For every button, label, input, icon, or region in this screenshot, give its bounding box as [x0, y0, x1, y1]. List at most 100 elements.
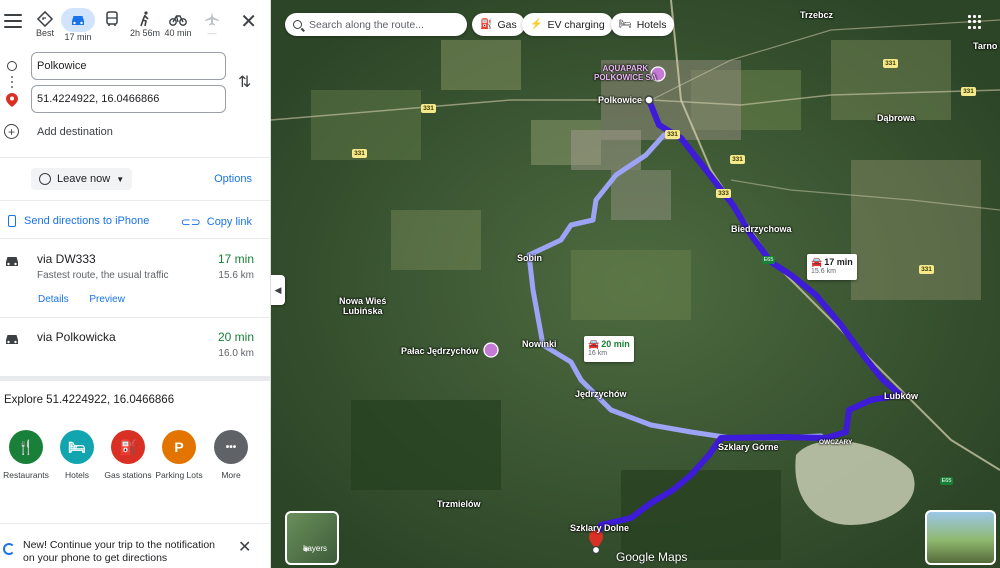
ev-charging-icon: ⚡ [530, 19, 543, 30]
mode-drive[interactable]: 17 min [61, 8, 95, 48]
mode-best[interactable]: Best [28, 8, 62, 48]
explore-categories: 🍴 Restaurants 🛏 Hotels ⛽ Gas stations P … [0, 430, 270, 500]
divider [0, 157, 270, 158]
car-icon [6, 335, 18, 344]
road-shield: 331 [352, 149, 367, 158]
mode-best-label: Best [35, 28, 54, 38]
road-shield-e65: E65 [762, 256, 775, 264]
bus-icon [106, 11, 118, 26]
origin-input[interactable]: Polkowice [31, 52, 226, 80]
add-destination-button[interactable]: + Add destination [4, 124, 113, 139]
place-label-lubkow: Lubków [884, 391, 918, 401]
leave-now-label: Leave now [57, 173, 111, 185]
mode-flight-label: — [207, 28, 217, 38]
google-maps-attribution: Google Maps [616, 550, 688, 564]
route-dots-icon [11, 76, 13, 91]
route-distance: 16.0 km [218, 348, 254, 359]
gas-pump-icon: ⛽ [480, 19, 493, 30]
maps-app: Best 17 min 2h 56m 40 min — ✕ Polkowice … [0, 0, 1000, 568]
mode-flight[interactable]: — [195, 8, 229, 48]
copy-link-label: Copy link [206, 216, 252, 228]
road-shield: 331 [883, 59, 898, 68]
place-label-trzmielow: Trzmielów [437, 499, 481, 509]
airplane-icon [205, 12, 219, 26]
place-label-szklary-dolne: Szklary Dolne [570, 523, 630, 533]
mode-walk-label: 2h 56m [129, 28, 161, 38]
place-label-nowinki: Nowinki [522, 339, 557, 349]
route-time: 17 min [217, 252, 254, 266]
clock-icon [39, 173, 51, 185]
callout-time: 17 min [824, 257, 853, 267]
search-placeholder: Search along the route... [309, 18, 424, 31]
place-label-nowa-wies: Nowa Wieś Lubińska [339, 296, 387, 316]
apps-grid-icon[interactable] [968, 15, 982, 29]
mode-bike[interactable]: 40 min [161, 8, 195, 48]
mode-transit[interactable] [95, 8, 129, 48]
walk-icon [140, 11, 149, 27]
destination-input[interactable]: 51.4224922, 16.0466866 [31, 85, 226, 113]
preview-link[interactable]: Preview [89, 294, 125, 305]
road-shield: 331 [421, 104, 436, 113]
search-along-route[interactable]: Search along the route... [285, 13, 467, 36]
chip-label: EV charging [547, 18, 605, 31]
send-directions-button[interactable]: Send directions to iPhone [8, 215, 149, 227]
street-view-thumbnail[interactable] [925, 510, 996, 565]
route-best-icon [37, 11, 53, 27]
options-button[interactable]: Options [214, 173, 252, 185]
explore-title: Explore 51.4224922, 16.0466866 [4, 394, 175, 406]
route-option-alternate[interactable]: via Polkowicka 20 min 16.0 km [0, 318, 270, 376]
parking-icon: P [162, 430, 196, 464]
bike-icon [169, 15, 187, 26]
travel-mode-bar: Best 17 min 2h 56m 40 min — ✕ [0, 8, 270, 48]
chip-ev-charging[interactable]: ⚡ EV charging [522, 13, 613, 36]
details-link[interactable]: Details [38, 294, 69, 305]
category-label: Gas stations [104, 470, 152, 480]
place-label-owczary: OWCZARY [819, 439, 853, 446]
swap-icon[interactable]: ⇅ [238, 72, 251, 92]
category-label: More [221, 470, 241, 480]
close-notification-icon[interactable]: ✕ [238, 537, 251, 557]
road-shield: 331 [730, 155, 745, 164]
layers-button[interactable]: ◈ Layers [285, 511, 339, 565]
satellite-map [271, 0, 1000, 568]
menu-icon[interactable] [4, 14, 22, 28]
collapse-panel-button[interactable]: ◀ [271, 275, 285, 305]
plus-icon: + [4, 124, 19, 139]
route-callout-alternate[interactable]: 🚘 20 min 16 km [584, 336, 634, 362]
car-icon: 🚘 [588, 339, 600, 349]
callout-distance: 16 km [588, 350, 608, 357]
route-callout-fastest[interactable]: 🚘 17 min 15.6 km [807, 254, 857, 280]
chip-hotels[interactable]: 🛏 Hotels [611, 13, 675, 36]
copy-link-button[interactable]: ⊂⊃ Copy link [181, 215, 252, 229]
close-icon[interactable]: ✕ [240, 12, 257, 32]
chip-label: Gas [497, 18, 517, 31]
category-gas-stations[interactable]: ⛽ Gas stations [102, 430, 154, 481]
mode-walk[interactable]: 2h 56m [128, 8, 162, 48]
chip-label: Hotels [636, 18, 667, 31]
route-name: via Polkowicka [37, 330, 116, 344]
hotel-icon: 🛏 [60, 430, 94, 464]
origin-marker [644, 95, 654, 105]
link-icon: ⊂⊃ [180, 215, 201, 229]
section-divider [0, 376, 270, 381]
category-restaurants[interactable]: 🍴 Restaurants [0, 430, 52, 481]
search-icon [293, 20, 302, 29]
callout-distance: 15.6 km [811, 268, 836, 275]
restaurant-icon: 🍴 [9, 430, 43, 464]
phone-icon [8, 215, 16, 227]
loading-icon [3, 543, 15, 555]
place-label-biedrzychowa: Biedrzychowa [731, 224, 792, 234]
category-parking[interactable]: P Parking Lots [153, 430, 205, 481]
map-view[interactable]: ◀ Search along the route... ⛽ Gas ⚡ EV c… [271, 0, 1000, 568]
category-more[interactable]: ••• More [205, 430, 257, 481]
poi-label-palac: Pałac Jędrzychów [401, 346, 479, 356]
leave-now-dropdown[interactable]: Leave now ▼ [31, 168, 133, 190]
bed-icon: 🛏 [619, 19, 632, 30]
route-description: Fastest route, the usual traffic [37, 270, 169, 281]
route-option-fastest[interactable]: via DW333 Fastest route, the usual traff… [0, 240, 270, 318]
car-icon [72, 16, 84, 25]
place-label-jedrzychow: Jędrzychów [575, 389, 627, 399]
layers-label: Layers [303, 544, 328, 553]
chip-gas[interactable]: ⛽ Gas [472, 13, 525, 36]
category-hotels[interactable]: 🛏 Hotels [51, 430, 103, 481]
